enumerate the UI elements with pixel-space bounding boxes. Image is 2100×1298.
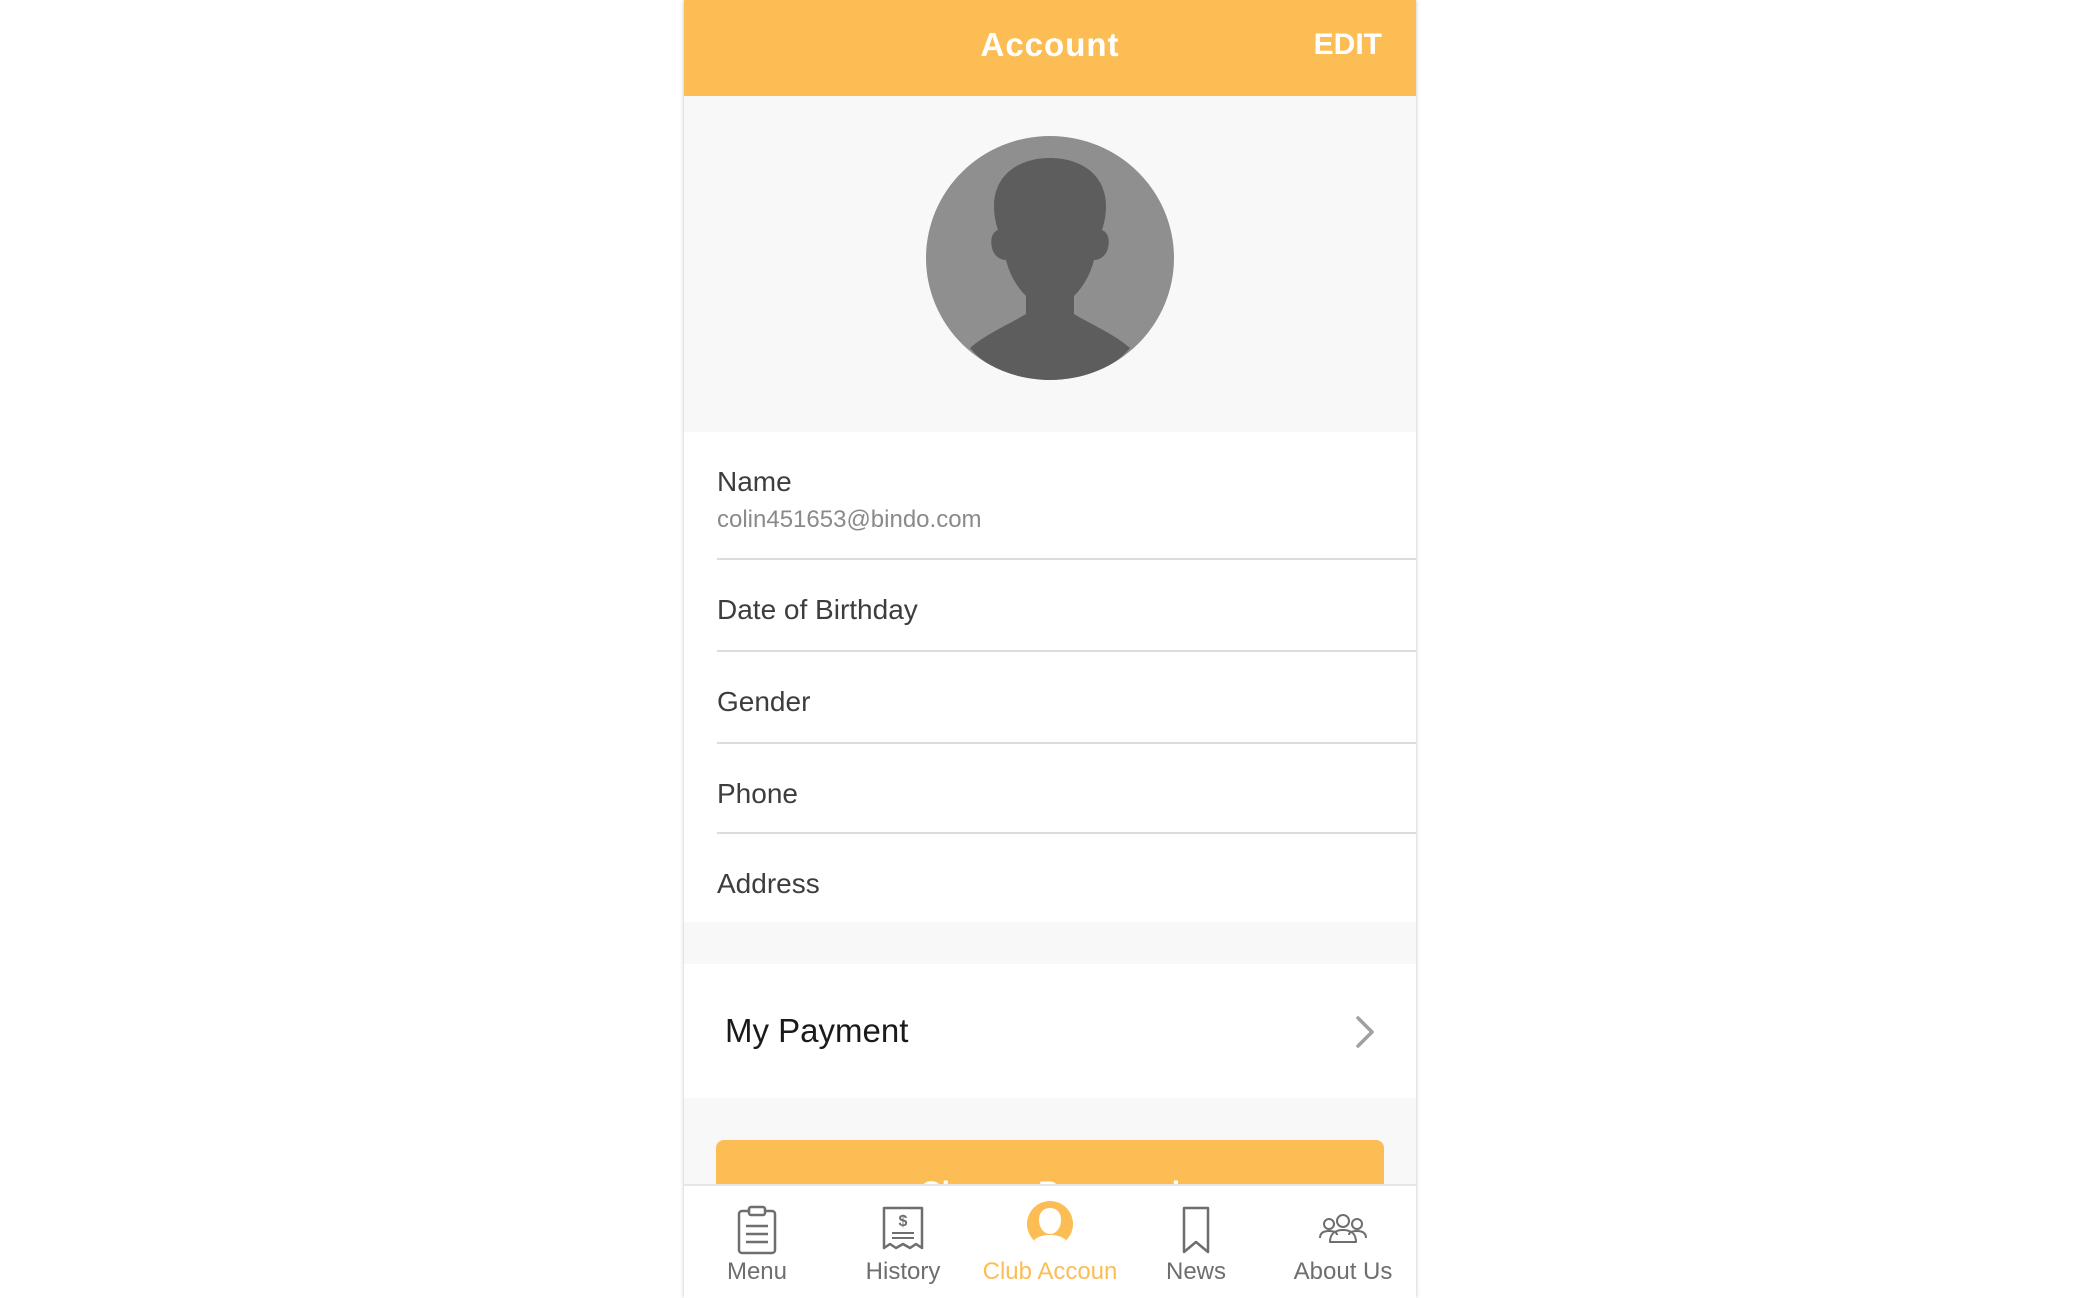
chevron-right-icon xyxy=(1356,1016,1374,1048)
name-label: Name xyxy=(717,466,792,497)
clipboard-icon xyxy=(737,1205,777,1255)
tab-club-account-label: Club Accoun xyxy=(982,1258,1118,1285)
page-title: Account xyxy=(980,26,1120,63)
account-screen: Account EDIT Name colin451653@bindo.com … xyxy=(684,0,1416,1298)
tab-about-us-label: About Us xyxy=(1293,1258,1393,1285)
receipt-dollar-icon: $ xyxy=(882,1206,924,1250)
bottom-tab-bar: Menu $ History Club Accoun News About Us xyxy=(684,1184,1416,1298)
phone-field[interactable]: Phone xyxy=(717,744,1416,834)
birthday-label: Date of Birthday xyxy=(717,594,918,625)
tab-history-label: History xyxy=(865,1258,941,1285)
person-silhouette-icon xyxy=(970,158,1130,380)
user-circle-icon xyxy=(1027,1201,1073,1247)
tab-about-us[interactable]: About Us xyxy=(1270,1186,1416,1298)
svg-text:$: $ xyxy=(899,1213,908,1230)
bookmark-icon xyxy=(1182,1206,1210,1254)
address-field[interactable]: Address xyxy=(717,834,1416,922)
tab-news[interactable]: News xyxy=(1123,1186,1269,1298)
group-icon xyxy=(1319,1214,1367,1243)
address-label: Address xyxy=(717,868,820,899)
app-header: Account EDIT xyxy=(684,0,1416,96)
birthday-field[interactable]: Date of Birthday xyxy=(717,560,1416,652)
my-payment-row[interactable]: My Payment xyxy=(684,964,1416,1098)
tab-menu[interactable]: Menu xyxy=(684,1186,830,1298)
tab-news-label: News xyxy=(1165,1258,1226,1285)
profile-fields: Name colin451653@bindo.com Date of Birth… xyxy=(684,432,1416,922)
gender-field[interactable]: Gender xyxy=(717,652,1416,744)
avatar[interactable] xyxy=(926,136,1174,380)
tab-club-account[interactable]: Club Accoun xyxy=(977,1186,1123,1298)
tab-history[interactable]: $ History xyxy=(830,1186,976,1298)
name-value: colin451653@bindo.com xyxy=(717,506,982,533)
my-payment-label: My Payment xyxy=(725,1012,909,1049)
gender-label: Gender xyxy=(717,686,811,717)
name-field[interactable]: Name colin451653@bindo.com xyxy=(717,432,1416,560)
phone-label: Phone xyxy=(717,778,798,809)
edit-button[interactable]: EDIT xyxy=(1314,28,1382,62)
tab-menu-label: Menu xyxy=(726,1258,788,1285)
